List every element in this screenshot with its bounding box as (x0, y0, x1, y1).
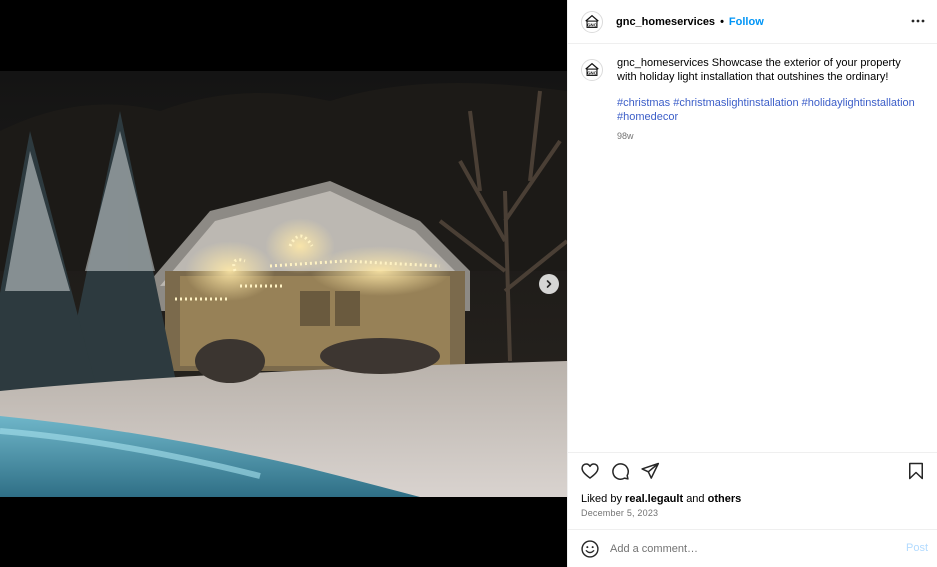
house-logo-icon: GNC (585, 62, 599, 76)
snowy-house-photo[interactable] (0, 71, 567, 497)
more-horizontal-icon (911, 19, 925, 23)
save-button[interactable] (904, 459, 928, 483)
username-link[interactable]: gnc_homeservices (616, 16, 715, 28)
hashtag-link[interactable]: #homedecor (617, 111, 678, 123)
caption-author-link[interactable]: gnc_homeservices (617, 57, 709, 69)
hashtag-link[interactable]: #christmaslightinstallation (673, 97, 798, 109)
hashtag-link[interactable]: #christmas (617, 97, 670, 109)
action-bar (578, 459, 930, 483)
heart-icon (581, 463, 599, 479)
hashtag-link[interactable]: #holidaylightinstallation (802, 97, 915, 109)
likes-middle: and (686, 493, 705, 505)
logo-text: GNC (587, 70, 597, 75)
bookmark-icon (909, 462, 923, 480)
likes-prefix: Liked by (581, 493, 622, 505)
post-panel: GNC gnc_homeservices • Follow GNC gnc_ho… (567, 0, 937, 567)
caption-body: gnc_homeservices Showcase the exterior o… (617, 57, 917, 144)
more-options-button[interactable] (910, 13, 926, 29)
chevron-right-icon (546, 280, 552, 288)
comment-button[interactable] (608, 459, 632, 483)
avatar[interactable]: GNC (581, 10, 603, 33)
comment-bubble-icon (612, 463, 629, 480)
caption-avatar[interactable]: GNC (581, 59, 603, 81)
likes-summary: Liked by real.legault and others (581, 493, 741, 505)
follow-button[interactable]: Follow (729, 16, 764, 28)
caption-text: gnc_homeservices Showcase the exterior o… (617, 57, 917, 84)
post-date: December 5, 2023 (581, 508, 659, 518)
caption-hashtags: #christmas #christmaslightinstallation #… (617, 97, 917, 124)
caption-age: 98w (617, 131, 634, 141)
comment-input[interactable] (610, 542, 880, 555)
emoji-smile-icon (581, 539, 599, 558)
post-comment-button[interactable]: Post (906, 542, 928, 554)
post-caption: GNC gnc_homeservices Showcase the exteri… (581, 57, 926, 144)
likes-others-link[interactable]: others (708, 493, 742, 505)
logo-text: GNC (587, 22, 597, 27)
paper-plane-icon (641, 462, 660, 479)
liker-link[interactable]: real.legault (625, 493, 683, 505)
post-header: GNC gnc_homeservices • Follow (568, 0, 937, 44)
house-logo-icon: GNC (585, 14, 599, 28)
post-media (0, 0, 567, 567)
next-media-button[interactable] (539, 274, 559, 294)
comment-box: Post (568, 530, 937, 567)
separator-dot: • (720, 15, 724, 28)
emoji-button[interactable] (580, 539, 600, 559)
like-button[interactable] (578, 459, 602, 483)
divider (568, 452, 937, 453)
share-button[interactable] (638, 459, 662, 483)
